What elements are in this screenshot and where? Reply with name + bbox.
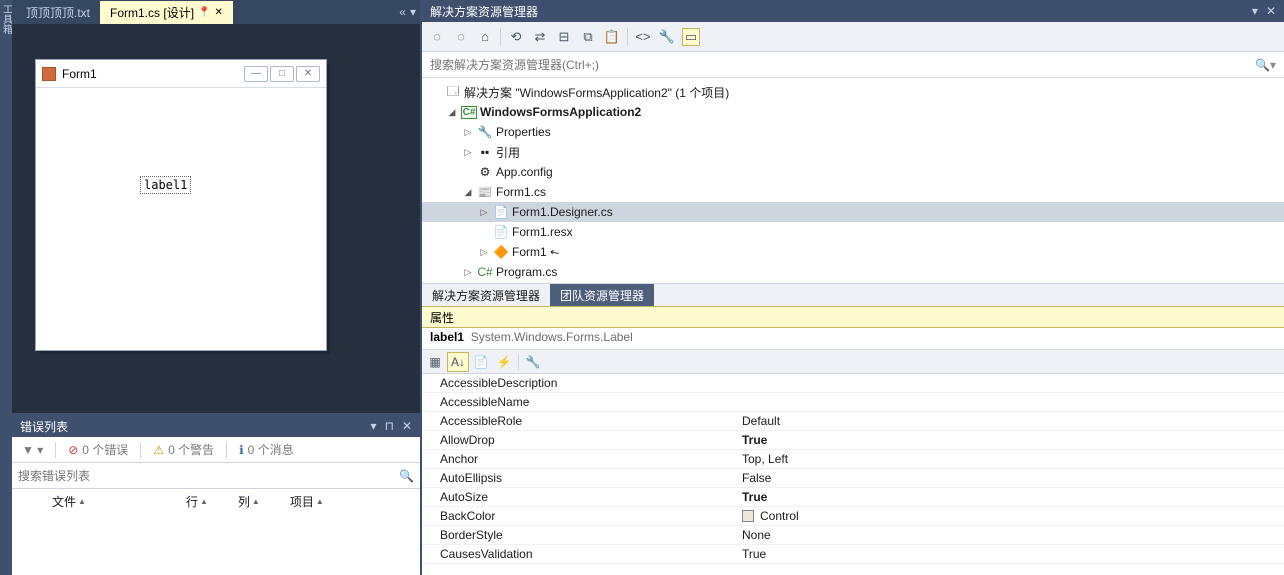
property-row[interactable]: BorderStyleNone <box>422 526 1284 545</box>
solution-toolbar: ◌ ◌ ⌂ ⟲ ⇄ ⊟ ⧉ 📋 <> 🔧 ▭ <box>422 22 1284 52</box>
overflow-icon[interactable]: ▾ <box>410 5 416 19</box>
close-icon[interactable]: ✕ <box>1266 4 1276 18</box>
solution-explorer-title: 解决方案资源管理器 <box>430 3 538 20</box>
property-row[interactable]: AccessibleDescription <box>422 374 1284 393</box>
designer-form-window[interactable]: Form1 — □ ✕ label1 <box>36 60 326 350</box>
code-icon[interactable]: <> <box>634 28 652 46</box>
properties-icon[interactable]: 📋 <box>603 28 621 46</box>
property-row[interactable]: AutoSizeTrue <box>422 488 1284 507</box>
tree-form-resx[interactable]: Form1.resx <box>512 225 573 239</box>
form-icon <box>42 67 56 81</box>
close-icon[interactable]: ✕ <box>214 7 222 18</box>
left-toolbox-rail[interactable]: 工具箱 <box>0 0 12 575</box>
tree-references[interactable]: 引用 <box>496 144 520 161</box>
tab-form-designer[interactable]: Form1.cs [设计] 📍 ✕ <box>100 1 233 24</box>
tree-project[interactable]: WindowsFormsApplication2 <box>480 105 641 119</box>
search-icon[interactable]: 🔍 <box>399 469 414 483</box>
tree-form-cs[interactable]: Form1.cs <box>496 185 546 199</box>
tab-team-explorer[interactable]: 团队资源管理器 <box>550 284 654 306</box>
label-control[interactable]: label1 <box>140 176 191 194</box>
property-grid[interactable]: AccessibleDescriptionAccessibleNameAcces… <box>422 374 1284 575</box>
tree-program-cs[interactable]: Program.cs <box>496 265 557 279</box>
tab-text-file[interactable]: 顶顶顶顶.txt <box>16 1 100 24</box>
property-row[interactable]: AccessibleRoleDefault <box>422 412 1284 431</box>
property-row[interactable]: AllowDropTrue <box>422 431 1284 450</box>
property-row[interactable]: AnchorTop, Left <box>422 450 1284 469</box>
wrench-icon[interactable]: 🔧 <box>658 28 676 46</box>
close-window-icon: ✕ <box>296 66 320 82</box>
tree-form-code[interactable]: Form1 <box>512 245 547 259</box>
warnings-filter[interactable]: ⚠0 个警告 <box>147 439 220 460</box>
alphabetical-icon[interactable]: A↓ <box>447 352 469 372</box>
filter-button[interactable]: ▼ ▾ <box>16 441 49 459</box>
tree-designer-cs[interactable]: Form1.Designer.cs <box>512 205 613 219</box>
categorized-icon[interactable]: ▦ <box>424 352 446 372</box>
pin-icon[interactable]: ⊓ <box>385 419 394 433</box>
back-icon[interactable]: ◌ <box>428 28 446 46</box>
home-icon[interactable]: ⌂ <box>476 28 494 46</box>
properties-selected-object[interactable]: label1 System.Windows.Forms.Label <box>422 328 1284 350</box>
property-row[interactable]: AccessibleName <box>422 393 1284 412</box>
messages-filter[interactable]: ℹ0 个消息 <box>233 439 300 460</box>
props-page-icon[interactable]: 📄 <box>470 352 492 372</box>
errors-filter[interactable]: ⊘0 个错误 <box>62 439 134 460</box>
sync-icon[interactable]: ⇄ <box>531 28 549 46</box>
showall-icon[interactable]: ⧉ <box>579 28 597 46</box>
property-row[interactable]: CausesValidationTrue <box>422 545 1284 564</box>
maximize-icon: □ <box>270 66 294 82</box>
wrench-icon[interactable]: 🔧 <box>522 352 544 372</box>
tree-solution-root[interactable]: 解决方案 "WindowsFormsApplication2" (1 个项目) <box>464 84 729 101</box>
refresh-icon[interactable]: ⟲ <box>507 28 525 46</box>
solution-tree[interactable]: 🗔解决方案 "WindowsFormsApplication2" (1 个项目)… <box>422 78 1284 283</box>
collapse-icon[interactable]: ⊟ <box>555 28 573 46</box>
dropdown-icon[interactable]: ▾ <box>1252 4 1258 18</box>
minimize-icon: — <box>244 66 268 82</box>
solution-search-input[interactable] <box>430 58 1255 72</box>
panel-title: 错误列表 <box>20 418 68 435</box>
search-icon[interactable]: 🔍▾ <box>1255 58 1276 72</box>
properties-title: 属性 <box>430 309 454 326</box>
winforms-designer-surface[interactable]: Form1 — □ ✕ label1 <box>12 24 420 413</box>
document-tabstrip: 顶顶顶顶.txt Form1.cs [设计] 📍 ✕ « ▾ <box>12 0 420 24</box>
chevron-left-icon[interactable]: « <box>399 5 406 19</box>
events-icon[interactable]: ⚡ <box>493 352 515 372</box>
tab-solution-explorer[interactable]: 解决方案资源管理器 <box>422 284 550 306</box>
error-search-input[interactable] <box>18 469 399 483</box>
property-row[interactable]: AutoEllipsisFalse <box>422 469 1284 488</box>
error-table-header: 文件 ▲ 行 ▲ 列 ▲ 项目 ▲ <box>12 489 420 513</box>
dropdown-icon[interactable]: ▾ <box>371 419 377 433</box>
property-row[interactable]: BackColorControl <box>422 507 1284 526</box>
form-title: Form1 <box>62 67 97 81</box>
preview-icon[interactable]: ▭ <box>682 28 700 46</box>
pin-icon[interactable]: 📍 <box>198 7 210 18</box>
tree-appconfig[interactable]: App.config <box>496 165 553 179</box>
forward-icon[interactable]: ◌ <box>452 28 470 46</box>
tree-properties[interactable]: Properties <box>496 125 551 139</box>
close-icon[interactable]: ✕ <box>402 419 412 433</box>
error-list-panel: 错误列表 ▾ ⊓ ✕ ▼ ▾ ⊘0 个错误 ⚠0 个警告 ℹ0 个消息 🔍 <box>12 413 420 575</box>
